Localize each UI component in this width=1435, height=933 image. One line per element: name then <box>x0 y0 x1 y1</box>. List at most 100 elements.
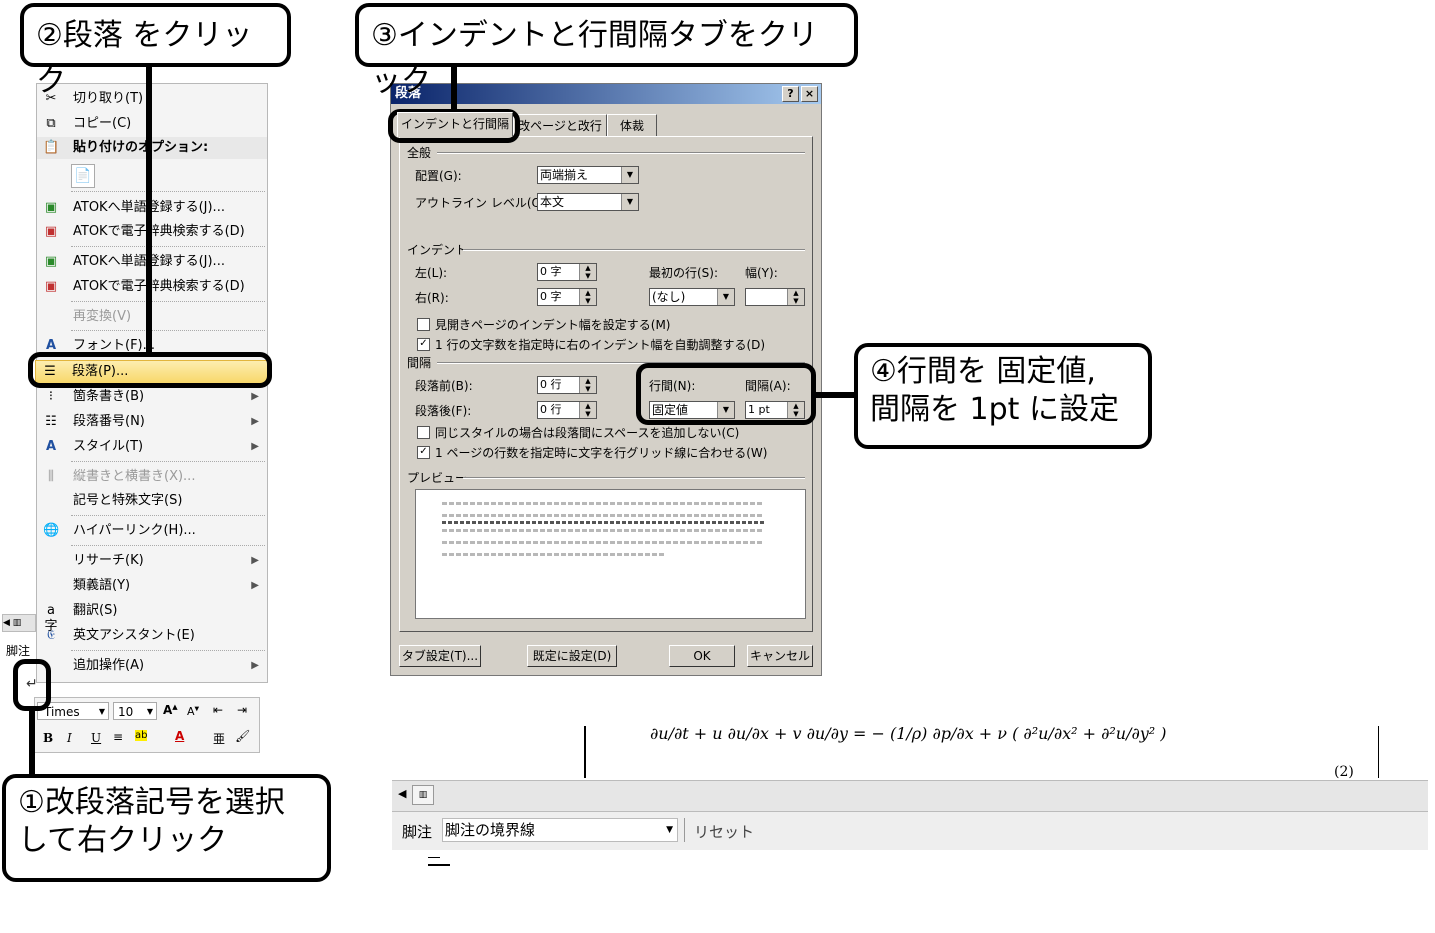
font-size-select[interactable]: 10 ▼ <box>113 702 157 720</box>
space-after-label: 段落後(F): <box>415 404 472 418</box>
auto-adjust-indent-checkbox[interactable]: ✓ <box>417 338 430 351</box>
spinner-arrows-icon[interactable]: ▲ ▼ <box>579 402 596 418</box>
scroll-thumb[interactable]: ▥ <box>412 785 434 805</box>
highlight-icon[interactable]: ab <box>135 730 148 741</box>
increase-indent-icon[interactable]: ⇥ <box>237 703 247 717</box>
equation-number: (2) <box>1334 764 1354 780</box>
preview-pane <box>415 489 806 619</box>
format-painter-icon[interactable]: 🖌 <box>235 729 250 743</box>
submenu-arrow-icon: ▶ <box>251 441 259 452</box>
atok-dictionary-icon: ▣ <box>44 224 58 239</box>
menu-item-copy[interactable]: ⧉ コピー(C) <box>37 113 267 135</box>
indent-width-spinner[interactable]: ▲ ▼ <box>745 288 805 306</box>
reset-button[interactable]: リセット <box>694 821 754 842</box>
menu-item-atok-register-2[interactable]: ▣ATOKへ単語登録する(J)... <box>37 251 267 273</box>
phonetic-guide-icon[interactable]: 亜 <box>213 730 225 747</box>
help-button[interactable]: ? <box>782 86 799 102</box>
ok-button[interactable]: OK <box>669 645 735 667</box>
spinner-arrows-icon[interactable]: ▲ ▼ <box>787 289 804 305</box>
alignment-label: 配置(G): <box>415 169 462 183</box>
footnote-pane-label: 脚注 <box>402 823 433 841</box>
menu-item-research[interactable]: リサーチ(K) ▶ <box>37 550 267 572</box>
connector-line <box>146 66 152 354</box>
indent-left-label: 左(L): <box>415 266 448 280</box>
menu-item-reconvert: 再変換(V) <box>73 309 132 324</box>
highlight-paragraph-mark <box>13 659 51 711</box>
menu-item-atok-register-1[interactable]: ▣ATOKへ単語登録する(J)... <box>37 197 267 219</box>
paste-keep-text-icon[interactable]: 📄 <box>71 164 95 188</box>
chevron-down-icon: ▼ <box>146 707 153 716</box>
text-direction-icon: ⫼ <box>48 469 54 484</box>
footnote-separator-line <box>428 857 440 858</box>
shrink-font-icon[interactable]: A▼ <box>187 705 199 718</box>
spinner-arrows-icon[interactable]: ▲ ▼ <box>579 289 596 305</box>
set-as-default-button[interactable]: 既定に設定(D) <box>527 645 617 667</box>
highlight-paragraph-menu-item <box>28 352 272 388</box>
divider <box>463 249 805 251</box>
menu-item-numbering[interactable]: ☷ 段落番号(N) ▶ <box>37 411 267 433</box>
separator <box>71 330 265 331</box>
outline-level-select[interactable]: 本文 ▼ <box>537 193 639 211</box>
underline-button[interactable]: U <box>91 731 101 745</box>
submenu-arrow-icon: ▶ <box>251 416 259 427</box>
clipboard-icon: 📋 <box>43 140 60 155</box>
center-align-icon[interactable]: ≡ <box>113 730 123 744</box>
tab-line-page-breaks[interactable]: 改ページと改行 <box>513 114 607 137</box>
menu-item-hyperlink[interactable]: 🌐 ハイパーリンク(H)... <box>37 520 267 542</box>
grow-font-icon[interactable]: A▲ <box>163 703 178 717</box>
footnote-separator-select[interactable]: 脚注の境界線 ▼ <box>442 818 678 842</box>
spinner-arrows-icon[interactable]: ▲ ▼ <box>579 377 596 393</box>
group-spacing: 間隔 <box>407 356 432 370</box>
auto-adjust-indent-label: 1 行の文字数を指定時に右のインデント幅を自動調整する(D) <box>435 338 766 352</box>
footnote-pane-bar: 脚注 脚注の境界線 ▼ リセット <box>392 812 1428 850</box>
separator <box>71 191 265 192</box>
menu-item-synonyms[interactable]: 類義語(Y) ▶ <box>37 575 267 597</box>
close-button[interactable]: × <box>801 86 818 102</box>
divider <box>437 152 805 154</box>
alignment-select[interactable]: 両端揃え ▼ <box>537 166 639 184</box>
chevron-down-icon: ▼ <box>717 289 734 305</box>
footnote-label-left: 脚注 <box>6 644 31 658</box>
snap-to-grid-checkbox[interactable]: ✓ <box>417 446 430 459</box>
group-indent: インデント <box>407 243 468 257</box>
menu-item-text-direction: ⫼ 縦書きと横書き(X)... <box>37 466 267 488</box>
preview-line <box>442 529 764 532</box>
scroll-left-icon[interactable]: ◀ <box>398 787 406 800</box>
menu-item-english-assistant[interactable]: 𝔈 英文アシスタント(E) <box>37 625 267 647</box>
chevron-down-icon: ▼ <box>621 194 638 210</box>
menu-item-style[interactable]: A スタイル(T) ▶ <box>37 436 267 458</box>
mirror-indents-label: 見開きページのインデント幅を設定する(M) <box>435 318 671 332</box>
menu-item-atok-dictionary-1[interactable]: ▣ ATOKで電子辞典検索する(D) <box>37 221 267 243</box>
mirror-indents-checkbox[interactable] <box>417 318 430 331</box>
highlight-line-spacing <box>636 363 816 425</box>
menu-item-bullets[interactable]: ⁝ 箇条書き(B) ▶ <box>37 386 267 408</box>
menu-item-translate[interactable]: a字 翻訳(S) <box>37 600 267 634</box>
bold-button[interactable]: B <box>43 731 53 745</box>
menu-item-additional-actions[interactable]: 追加操作(A) ▶ <box>37 655 267 677</box>
tab-typography[interactable]: 体裁 <box>607 114 657 137</box>
space-after-spinner[interactable]: 0 行 ▲ ▼ <box>537 401 597 419</box>
preview-line <box>442 521 764 524</box>
decrease-indent-icon[interactable]: ⇤ <box>213 703 223 717</box>
italic-button[interactable]: I <box>67 731 72 745</box>
connector-line <box>815 392 857 398</box>
connector-line <box>29 710 35 776</box>
space-before-spinner[interactable]: 0 行 ▲ ▼ <box>537 376 597 394</box>
indent-left-spinner[interactable]: 0 字 ▲ ▼ <box>537 263 597 281</box>
menu-item-atok-dictionary-2[interactable]: ▣ ATOKで電子辞典検索する(D) <box>37 276 267 298</box>
no-space-same-style-label: 同じスタイルの場合は段落間にスペースを追加しない(C) <box>435 426 740 440</box>
font-color-icon[interactable]: A <box>175 729 184 743</box>
menu-item-cut[interactable]: ✂切り取り(T) <box>37 88 267 110</box>
indent-right-spinner[interactable]: 0 字 ▲ ▼ <box>537 288 597 306</box>
separator <box>71 515 265 516</box>
first-line-select[interactable]: (なし) ▼ <box>649 288 735 306</box>
horizontal-scrollbar-left[interactable]: ◀ ▥ <box>2 614 36 632</box>
menu-item-symbols[interactable]: 記号と特殊文字(S) <box>37 490 267 512</box>
cancel-button[interactable]: キャンセル <box>747 645 813 667</box>
tabs-button[interactable]: タブ設定(T)... <box>399 645 481 667</box>
no-space-same-style-checkbox[interactable] <box>417 426 430 439</box>
horizontal-scrollbar[interactable]: ◀ ▥ <box>392 780 1428 812</box>
tab-indent-spacing[interactable]: インデントと行間隔 <box>397 112 513 137</box>
snap-to-grid-label: 1 ページの行数を指定時に文字を行グリッド線に合わせる(W) <box>435 446 768 460</box>
spinner-arrows-icon[interactable]: ▲ ▼ <box>579 264 596 280</box>
